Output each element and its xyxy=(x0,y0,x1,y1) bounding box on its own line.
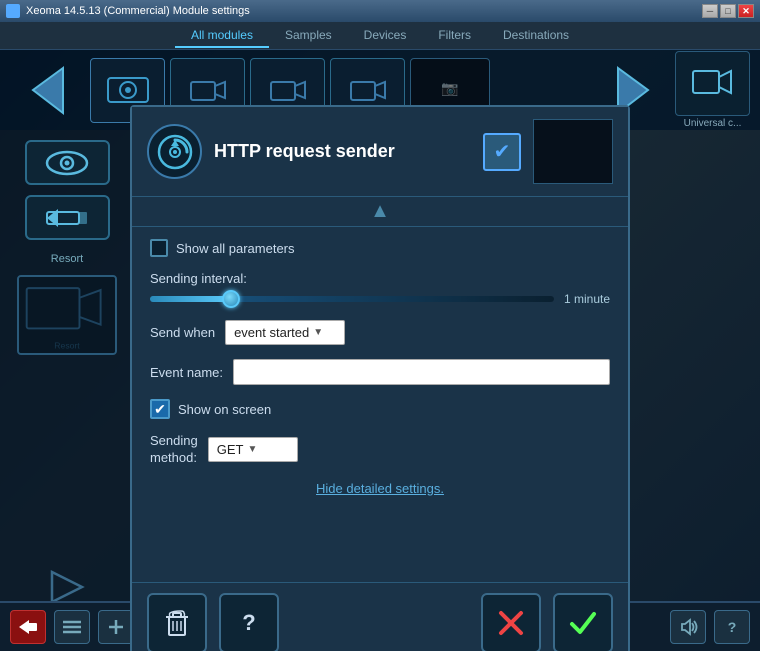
cancel-button[interactable] xyxy=(481,593,541,651)
sidebar-back-button[interactable] xyxy=(25,195,110,240)
modal-dialog: HTTP request sender ✔ ▲ Show all paramet… xyxy=(130,105,630,651)
nav-devices[interactable]: Devices xyxy=(348,24,423,48)
slider-container: 1 minute xyxy=(150,292,610,306)
sending-interval-label: Sending interval: xyxy=(150,271,610,286)
slider-fill xyxy=(150,296,231,302)
menu-toolbar-button[interactable] xyxy=(54,610,90,644)
modal-footer: ? xyxy=(132,582,628,651)
help-button[interactable]: ? xyxy=(219,593,279,651)
event-name-label: Event name: xyxy=(150,365,223,380)
sending-method-label: Sendingmethod: xyxy=(150,433,198,467)
sending-method-row: Sendingmethod: GET ▼ xyxy=(150,433,610,467)
audio-toolbar-button[interactable] xyxy=(670,610,706,644)
show-all-params-row: Show all parameters xyxy=(150,239,610,257)
send-when-dropdown[interactable]: event started ▼ xyxy=(225,320,345,345)
minimize-button[interactable]: ─ xyxy=(702,4,718,18)
maximize-button[interactable]: □ xyxy=(720,4,736,18)
nav-all-modules[interactable]: All modules xyxy=(175,24,269,48)
modal-arrow-indicator: ▲ xyxy=(132,197,628,227)
hide-settings-link[interactable]: Hide detailed settings. xyxy=(150,481,610,496)
svg-text:?: ? xyxy=(728,619,737,635)
modal-header: HTTP request sender ✔ xyxy=(132,107,628,197)
title-bar: Xeoma 14.5.13 (Commercial) Module settin… xyxy=(0,0,760,22)
send-when-dropdown-arrow: ▼ xyxy=(313,327,323,338)
svg-text:📷: 📷 xyxy=(441,80,458,97)
sending-method-arrow: ▼ xyxy=(247,444,257,455)
sidebar-eye-button[interactable] xyxy=(25,140,110,185)
send-when-label: Send when xyxy=(150,325,215,340)
show-on-screen-label: Show on screen xyxy=(178,402,271,417)
close-window-button[interactable]: ✕ xyxy=(738,4,754,18)
slider-value: 1 minute xyxy=(564,292,610,306)
universal-thumb[interactable] xyxy=(675,51,750,116)
modal-title: HTTP request sender xyxy=(214,141,471,162)
modal-icon xyxy=(147,124,202,179)
help-toolbar-button[interactable]: ? xyxy=(714,610,750,644)
confirm-button[interactable] xyxy=(553,593,613,651)
sidebar-camera-view[interactable]: Resort xyxy=(17,275,117,355)
event-name-row: Event name: xyxy=(150,359,610,385)
sending-interval-slider[interactable] xyxy=(150,296,554,302)
sending-method-value: GET xyxy=(217,442,244,457)
send-when-row: Send when event started ▼ xyxy=(150,320,610,345)
main-area: 📷 Universal c... xyxy=(0,50,760,651)
window-title: Xeoma 14.5.13 (Commercial) Module settin… xyxy=(26,5,250,17)
delete-button[interactable] xyxy=(147,593,207,651)
add-toolbar-button[interactable] xyxy=(98,610,134,644)
nav-samples[interactable]: Samples xyxy=(269,24,348,48)
window-controls: ─ □ ✕ xyxy=(702,4,754,18)
modal-preview-thumb xyxy=(533,119,613,184)
event-name-input[interactable] xyxy=(233,359,610,385)
nav-destinations[interactable]: Destinations xyxy=(487,24,585,48)
send-when-value: event started xyxy=(234,325,309,340)
svg-text:?: ? xyxy=(242,610,255,635)
show-on-screen-row: ✔ Show on screen xyxy=(150,399,610,419)
svg-text:Resort: Resort xyxy=(54,341,80,351)
footer-spacer xyxy=(291,593,469,651)
nav-bar: All modules Samples Devices Filters Dest… xyxy=(0,22,760,50)
sending-method-dropdown[interactable]: GET ▼ xyxy=(208,437,298,462)
show-all-params-label: Show all parameters xyxy=(176,241,295,256)
modal-body: Show all parameters Sending interval: 1 … xyxy=(132,227,628,582)
nav-filters[interactable]: Filters xyxy=(422,24,487,48)
show-on-screen-checkbox[interactable]: ✔ xyxy=(150,399,170,419)
scroll-left-arrow[interactable] xyxy=(10,58,85,123)
sidebar-resort-label: Resort xyxy=(51,253,83,265)
slider-thumb[interactable] xyxy=(222,290,240,308)
app-icon xyxy=(6,4,20,18)
universal-block: Universal c... xyxy=(675,51,750,129)
universal-label: Universal c... xyxy=(684,118,742,129)
sending-interval-row: Sending interval: 1 minute xyxy=(150,271,610,306)
back-toolbar-button[interactable] xyxy=(10,610,46,644)
modal-enable-checkbox[interactable]: ✔ xyxy=(483,133,521,171)
sidebar: Resort Resort xyxy=(0,130,135,620)
show-all-params-checkbox[interactable] xyxy=(150,239,168,257)
